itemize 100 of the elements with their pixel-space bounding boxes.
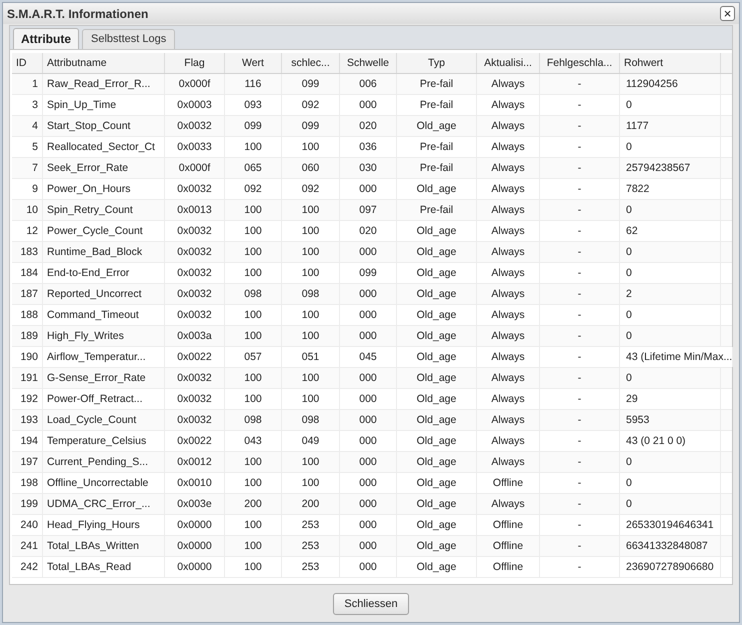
table-cell: 0x0032 — [165, 368, 225, 388]
table-cell: - — [540, 263, 620, 283]
table-cell: 045 — [340, 347, 397, 367]
table-cell: 100 — [282, 305, 340, 325]
table-cell: Always — [477, 347, 540, 367]
table-cell: G-Sense_Error_Rate — [43, 368, 165, 388]
table-cell: 049 — [282, 431, 340, 451]
close-dialog-button[interactable]: Schliessen — [333, 593, 409, 615]
table-cell: Spin_Retry_Count — [43, 200, 165, 220]
table-cell: 100 — [282, 368, 340, 388]
table-cell: 0x0032 — [165, 305, 225, 325]
table-cell: 66341332848087 — [620, 536, 721, 556]
table-cell: Old_age — [397, 368, 477, 388]
table-cell: - — [540, 284, 620, 304]
table-cell: 241 — [12, 536, 43, 556]
table-cell: Always — [477, 137, 540, 157]
table-cell: Old_age — [397, 452, 477, 472]
table-cell: 100 — [282, 221, 340, 241]
table-cell: 0x0032 — [165, 263, 225, 283]
table-cell: 62 — [620, 221, 721, 241]
table-cell: 100 — [225, 557, 282, 577]
table-cell: Total_LBAs_Read — [43, 557, 165, 577]
table-cell: 000 — [340, 179, 397, 199]
column-header[interactable]: Fehlgeschla... — [540, 53, 620, 73]
table-cell: Offline — [477, 515, 540, 535]
table-cell: 100 — [225, 263, 282, 283]
table-cell: 0x0033 — [165, 137, 225, 157]
table-cell: 092 — [282, 95, 340, 115]
table-cell: UDMA_CRC_Error_... — [43, 494, 165, 514]
table-cell: 000 — [340, 326, 397, 346]
table-cell: 25794238567 — [620, 158, 721, 178]
table-cell: Always — [477, 284, 540, 304]
table-cell: 240 — [12, 515, 43, 535]
table-cell: Old_age — [397, 557, 477, 577]
table-cell: 100 — [225, 368, 282, 388]
table-cell: Offline — [477, 473, 540, 493]
tab[interactable]: Selbsttest Logs — [82, 29, 176, 49]
table-cell: 0 — [620, 452, 721, 472]
table-cell: 000 — [340, 452, 397, 472]
column-header[interactable]: Schwelle — [340, 53, 397, 73]
table-cell: - — [540, 473, 620, 493]
table-cell: Old_age — [397, 494, 477, 514]
table-cell: Always — [477, 431, 540, 451]
column-header[interactable]: Wert — [225, 53, 282, 73]
table-cell: - — [540, 137, 620, 157]
table-cell: 0 — [620, 242, 721, 262]
table-cell: 0 — [620, 326, 721, 346]
column-header[interactable]: ID — [12, 53, 43, 73]
table-cell: 0x0000 — [165, 557, 225, 577]
table-cell: 000 — [340, 95, 397, 115]
table-cell: Always — [477, 200, 540, 220]
table-cell: 000 — [340, 389, 397, 409]
table-cell: 43 (Lifetime Min/Max... — [620, 347, 734, 367]
table-cell: Offline — [477, 557, 540, 577]
table-cell: 0 — [620, 95, 721, 115]
table-cell: 236907278906680 — [620, 557, 721, 577]
table-cell: Power_On_Hours — [43, 179, 165, 199]
column-header[interactable]: Attributname — [43, 53, 165, 73]
table-cell: 199 — [12, 494, 43, 514]
table-cell: Command_Timeout — [43, 305, 165, 325]
table-cell: Load_Cycle_Count — [43, 410, 165, 430]
table-cell: 000 — [340, 368, 397, 388]
tab[interactable]: Attribute — [13, 28, 79, 49]
column-header[interactable]: Typ — [397, 53, 477, 73]
table-cell: 187 — [12, 284, 43, 304]
column-header[interactable]: schlec... — [282, 53, 340, 73]
table-cell: Pre-fail — [397, 200, 477, 220]
table-cell: 100 — [282, 473, 340, 493]
table-cell: Start_Stop_Count — [43, 116, 165, 136]
table-cell: 9 — [12, 179, 43, 199]
table-cell: Old_age — [397, 347, 477, 367]
table-cell: 0x0022 — [165, 431, 225, 451]
table-cell: 098 — [225, 410, 282, 430]
table-cell: 0x0032 — [165, 284, 225, 304]
table-cell: 051 — [282, 347, 340, 367]
table-cell: 000 — [340, 473, 397, 493]
close-button[interactable]: × — [720, 6, 735, 21]
column-header[interactable]: Flag — [165, 53, 225, 73]
table-cell: 2 — [620, 284, 721, 304]
table-cell: - — [540, 515, 620, 535]
table-cell: Offline_Uncorrectable — [43, 473, 165, 493]
table-cell: Airflow_Temperatur... — [43, 347, 165, 367]
table-cell: 0x0012 — [165, 452, 225, 472]
table-cell: Always — [477, 389, 540, 409]
table-cell: 7822 — [620, 179, 721, 199]
column-header[interactable]: Aktualisi... — [477, 53, 540, 73]
table-cell: Old_age — [397, 242, 477, 262]
table-cell: 098 — [225, 284, 282, 304]
table-cell: Old_age — [397, 410, 477, 430]
column-header[interactable]: Rohwert — [620, 53, 721, 73]
table-cell: 093 — [225, 95, 282, 115]
table-cell: Always — [477, 116, 540, 136]
table-cell: Always — [477, 494, 540, 514]
table-cell: - — [540, 536, 620, 556]
table-cell: - — [540, 494, 620, 514]
table-cell: Old_age — [397, 326, 477, 346]
table-cell: 0x0000 — [165, 515, 225, 535]
table-cell: Always — [477, 242, 540, 262]
table-cell: 188 — [12, 305, 43, 325]
table-cell: Runtime_Bad_Block — [43, 242, 165, 262]
